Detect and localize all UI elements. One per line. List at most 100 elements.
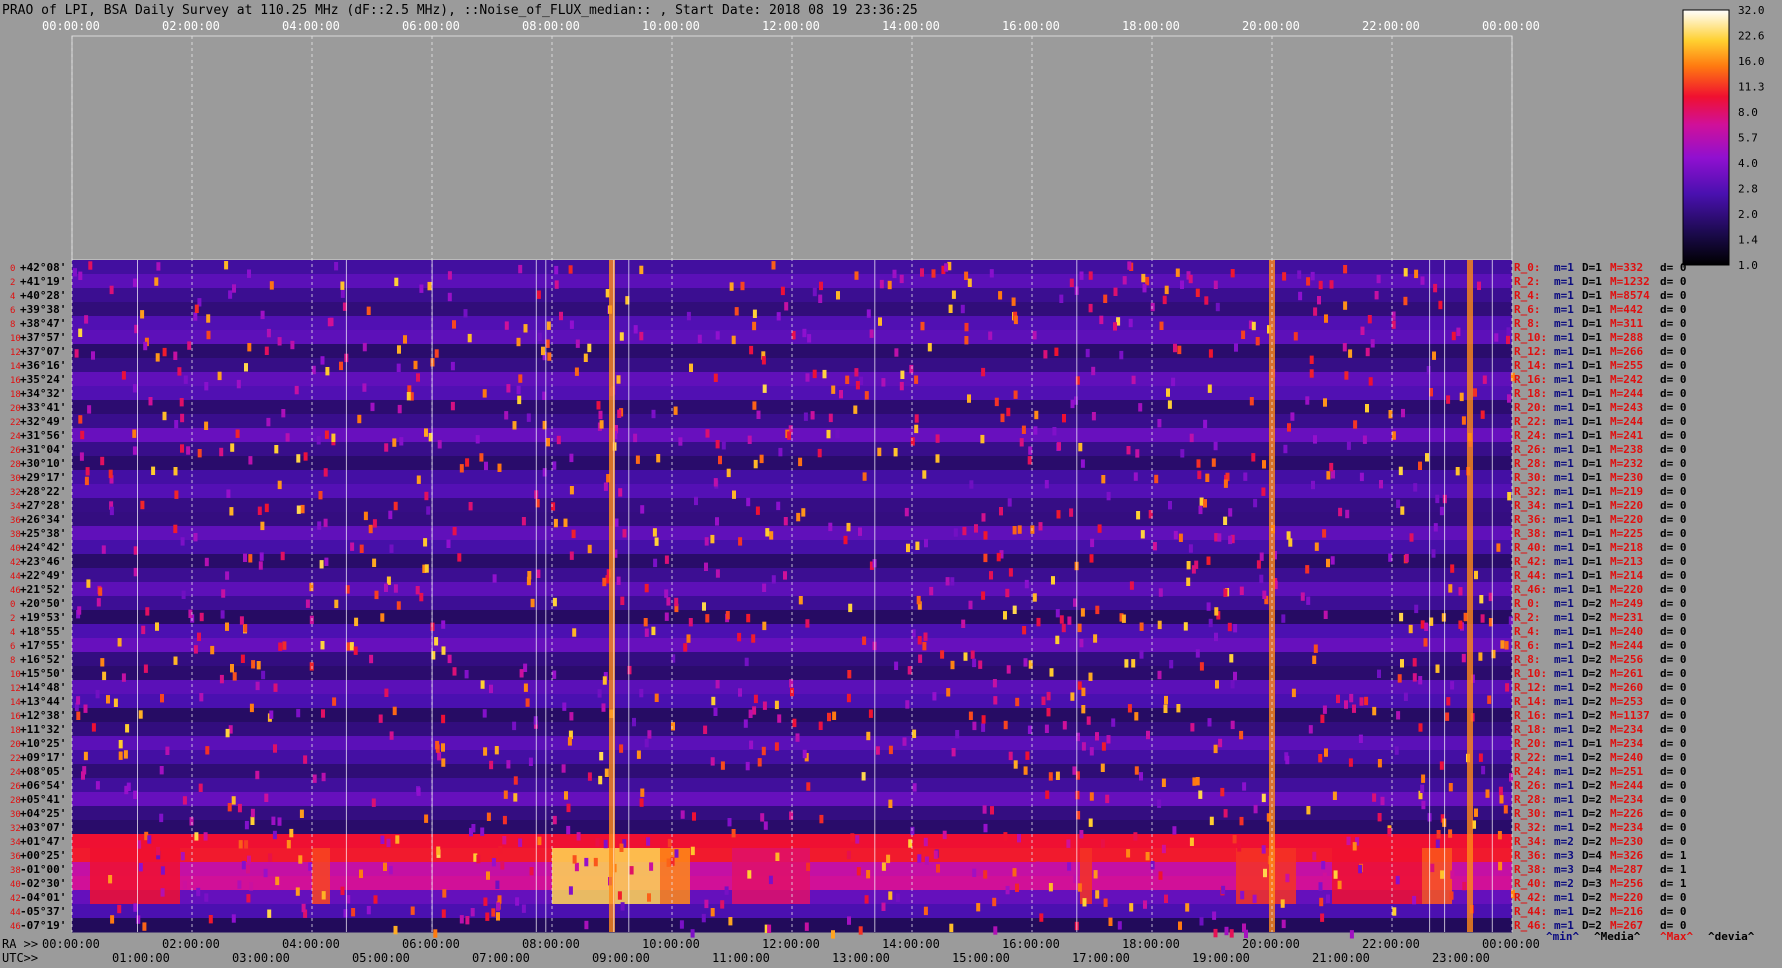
heatmap-speckle [199,612,204,622]
heatmap-speckle [83,751,88,761]
heatmap-speckle [1163,704,1168,713]
row-stat-max: M=234 [1610,737,1643,750]
heatmap-speckle [1321,861,1326,870]
heatmap-speckle [160,866,165,875]
heatmap-speckle [1158,588,1163,597]
heatmap-speckle [749,740,754,749]
heatmap-speckle [480,680,485,689]
heatmap-speckle [1251,321,1256,331]
heatmap-speckle [569,486,574,495]
heatmap-speckle [434,637,439,646]
heatmap-speckle [1239,730,1244,740]
heatmap-speckle [1403,296,1408,306]
heatmap-speckle [1323,610,1328,619]
row-stat-min: m=1 [1554,737,1574,750]
heatmap-speckle [1228,535,1233,545]
heatmap-speckle [424,814,429,823]
heatmap-speckle [951,290,956,299]
heatmap-speckle [1229,929,1234,938]
heatmap-speckle [746,497,751,507]
heatmap-speckle [251,660,256,669]
declination-label: +33°41' [20,401,66,414]
heatmap-speckle [193,312,198,321]
heatmap-speckle [1027,725,1032,734]
heatmap-speckle [584,920,589,930]
heatmap-speckle [1023,658,1028,667]
heatmap-speckle [807,334,812,343]
heatmap-speckle [680,810,685,819]
heatmap-speckle [1376,274,1381,284]
heatmap-speckle [1128,318,1133,328]
heatmap-speckle [787,431,792,440]
heatmap-speckle [243,553,247,562]
heatmap-speckle [138,710,143,719]
top-tick-label: 04:00:00 [282,19,340,33]
heatmap-speckle [1485,789,1490,798]
heatmap-speckle [312,774,317,783]
heatmap-speckle [459,915,464,924]
heatmap-speckle [194,832,199,841]
heatmap-speckle [664,555,669,564]
row-stat-median: D=1 [1582,289,1602,302]
heatmap-speckle [1005,885,1010,895]
heatmap-speckle [1400,506,1405,515]
heatmap-speckle [1017,525,1022,534]
heatmap-speckle [229,507,234,516]
heatmap-speckle [1398,466,1403,476]
heatmap-speckle [547,352,552,361]
heatmap-speckle [760,813,765,822]
upper-plot-frame [71,35,1513,261]
heatmap-speckle [1329,462,1334,472]
heatmap-speckle [1239,586,1244,595]
heatmap-speckle [1139,772,1143,781]
heatmap-speckle [1013,315,1018,325]
row-stat-range: R_42: [1514,891,1547,904]
heatmap-speckle [268,853,273,862]
heatmap-speckle [224,261,229,270]
heatmap-speckle [294,385,299,395]
heatmap-speckle [273,683,278,692]
heatmap-speckle [654,693,659,702]
heatmap-speckle [366,905,371,915]
heatmap-speckle [148,397,153,406]
heatmap-speckle [877,447,882,457]
colorbar-tick-label: 1.0 [1738,259,1758,272]
row-stat-devia: d= 0 [1660,597,1687,610]
heatmap-speckle [206,314,211,323]
row-stat-median: D=2 [1582,611,1602,624]
heatmap-speckle [1395,875,1400,885]
heatmap-speckle [1326,558,1330,568]
heatmap-speckle [762,583,767,592]
heatmap-speckle [620,902,625,911]
colorbar-tick-label: 5.7 [1738,132,1758,145]
row-stat-devia: d= 0 [1660,415,1687,428]
utc-tick-label: 15:00:00 [952,951,1010,965]
row-stat-range: R_40: [1514,541,1547,554]
heatmap-speckle [1377,813,1382,822]
heatmap-speckle [442,889,447,898]
heatmap-speckle [1352,704,1356,713]
heatmap-speckle [981,715,986,724]
heatmap-speckle [1164,285,1169,295]
heatmap-speckle [553,518,558,528]
heatmap-speckle [962,526,967,536]
heatmap-speckle [351,908,356,917]
heatmap-speckle [981,591,986,600]
heatmap-speckle [1418,723,1423,732]
row-stat-min: m=1 [1554,653,1574,666]
utc-tick-label: 03:00:00 [232,951,290,965]
heatmap-speckle [502,836,507,845]
row-stat-median: D=1 [1582,457,1602,470]
heatmap-speckle [888,891,893,900]
declination-label: +19°53' [20,611,66,624]
heatmap-speckle [972,721,977,731]
heatmap-speckle [327,317,332,327]
row-stat-median: D=1 [1582,387,1602,400]
heatmap-speckle [647,730,652,739]
utc-tick-label: 07:00:00 [472,951,530,965]
heatmap-speckle [299,809,304,818]
ra-tick-label: 20:00:00 [1242,937,1300,951]
heatmap-speckle [713,478,718,487]
heatmap-speckle [273,744,277,753]
heatmap-speckle [616,576,621,585]
